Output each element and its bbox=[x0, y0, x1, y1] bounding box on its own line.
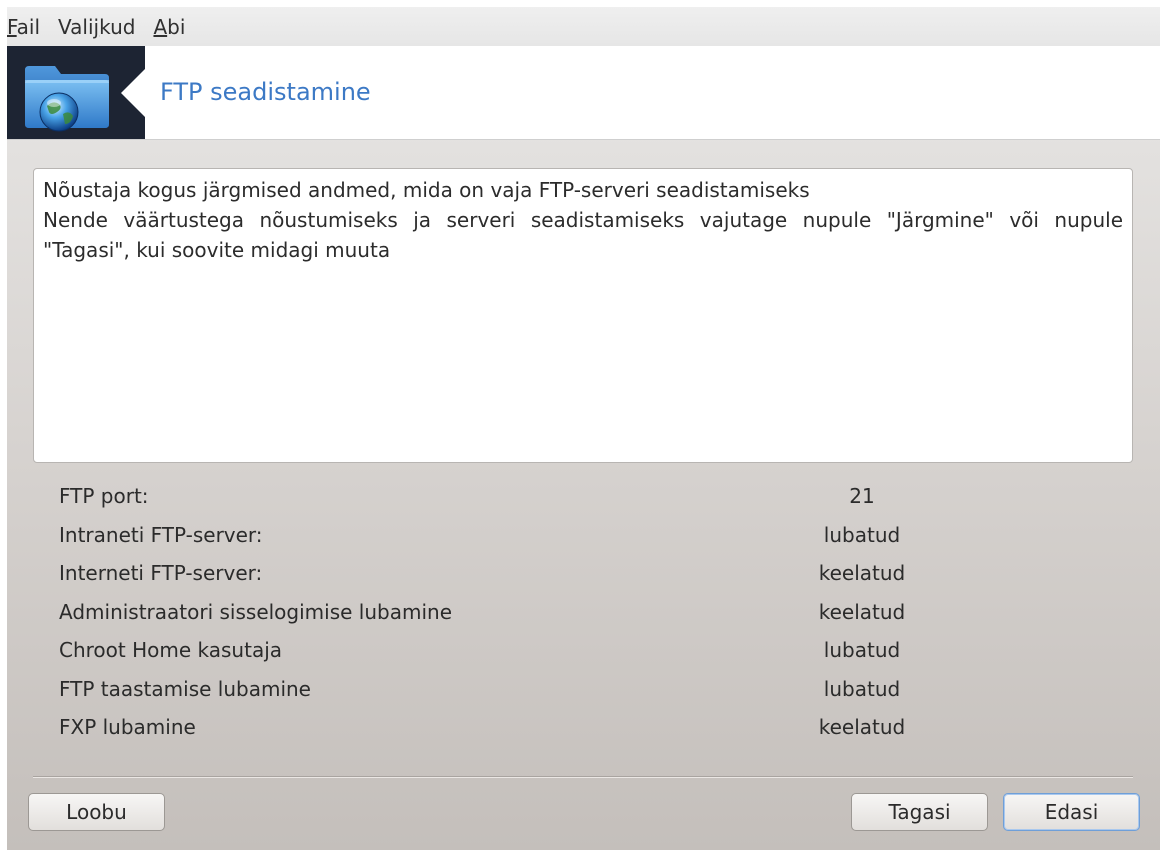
menu-help-mnemonic: A bbox=[153, 14, 168, 39]
summary-row-ftp-resume: FTP taastamise lubamine lubatud bbox=[59, 670, 1119, 709]
summary-label: Administraatori sisselogimise lubamine bbox=[59, 599, 452, 624]
menu-file[interactable]: Fail bbox=[7, 15, 49, 39]
summary-value: keelatud bbox=[818, 599, 906, 624]
menu-options-rest: kud bbox=[99, 14, 136, 39]
button-separator bbox=[33, 776, 1133, 778]
summary-value: lubatud bbox=[823, 522, 901, 547]
summary-row-admin-login: Administraatori sisselogimise lubamine k… bbox=[59, 593, 1119, 632]
summary-label: FTP port: bbox=[59, 484, 149, 508]
summary-list: FTP port: 21 Intraneti FTP-server: lubat… bbox=[59, 477, 1119, 747]
menu-help[interactable]: Abi bbox=[153, 15, 194, 39]
summary-label: FTP taastamise lubamine bbox=[59, 676, 311, 701]
summary-row-internet-server: Interneti FTP-server: keelatud bbox=[59, 554, 1119, 593]
info-line-2: Nende väärtustega nõustumiseks ja server… bbox=[43, 208, 1123, 262]
summary-row-fxp: FXP lubamine keelatud bbox=[59, 708, 1119, 747]
info-line-1: Nõustaja kogus järgmised andmed, mida on… bbox=[43, 178, 810, 202]
menu-options-pre: Vali bbox=[58, 14, 94, 39]
header-banner: FTP seadistamine bbox=[7, 46, 1160, 140]
folder-globe-icon bbox=[25, 66, 109, 132]
menu-file-rest: ail bbox=[16, 14, 41, 39]
summary-row-chroot-home: Chroot Home kasutaja lubatud bbox=[59, 631, 1119, 670]
header-notch bbox=[121, 68, 146, 118]
summary-value: lubatud bbox=[823, 676, 901, 701]
summary-value: 21 bbox=[849, 484, 875, 508]
cancel-button[interactable]: Loobu bbox=[28, 793, 165, 831]
menu-help-rest: bi bbox=[167, 14, 186, 39]
summary-row-intranet-server: Intraneti FTP-server: lubatud bbox=[59, 516, 1119, 555]
summary-row-ftp-port: FTP port: 21 bbox=[59, 477, 1119, 516]
back-button[interactable]: Tagasi bbox=[851, 793, 988, 831]
next-button[interactable]: Edasi bbox=[1003, 793, 1140, 831]
summary-label: Chroot Home kasutaja bbox=[59, 638, 283, 662]
summary-label: FXP lubamine bbox=[59, 715, 196, 739]
summary-value: lubatud bbox=[823, 638, 901, 662]
page-title: FTP seadistamine bbox=[160, 78, 371, 106]
window-frame-left bbox=[0, 0, 7, 850]
summary-value: keelatud bbox=[818, 715, 906, 739]
summary-label: Intraneti FTP-server: bbox=[59, 522, 263, 547]
summary-value: keelatud bbox=[818, 561, 906, 585]
info-text-box: Nõustaja kogus järgmised andmed, mida on… bbox=[33, 168, 1133, 463]
menu-options[interactable]: Valijkud bbox=[58, 15, 144, 39]
summary-label: Interneti FTP-server: bbox=[59, 561, 263, 585]
wizard-window: Fail Valijkud Abi FTP seadistamine Nõust… bbox=[7, 7, 1160, 850]
menu-file-mnemonic: F bbox=[7, 14, 17, 39]
menubar: Fail Valijkud Abi bbox=[7, 7, 1160, 46]
